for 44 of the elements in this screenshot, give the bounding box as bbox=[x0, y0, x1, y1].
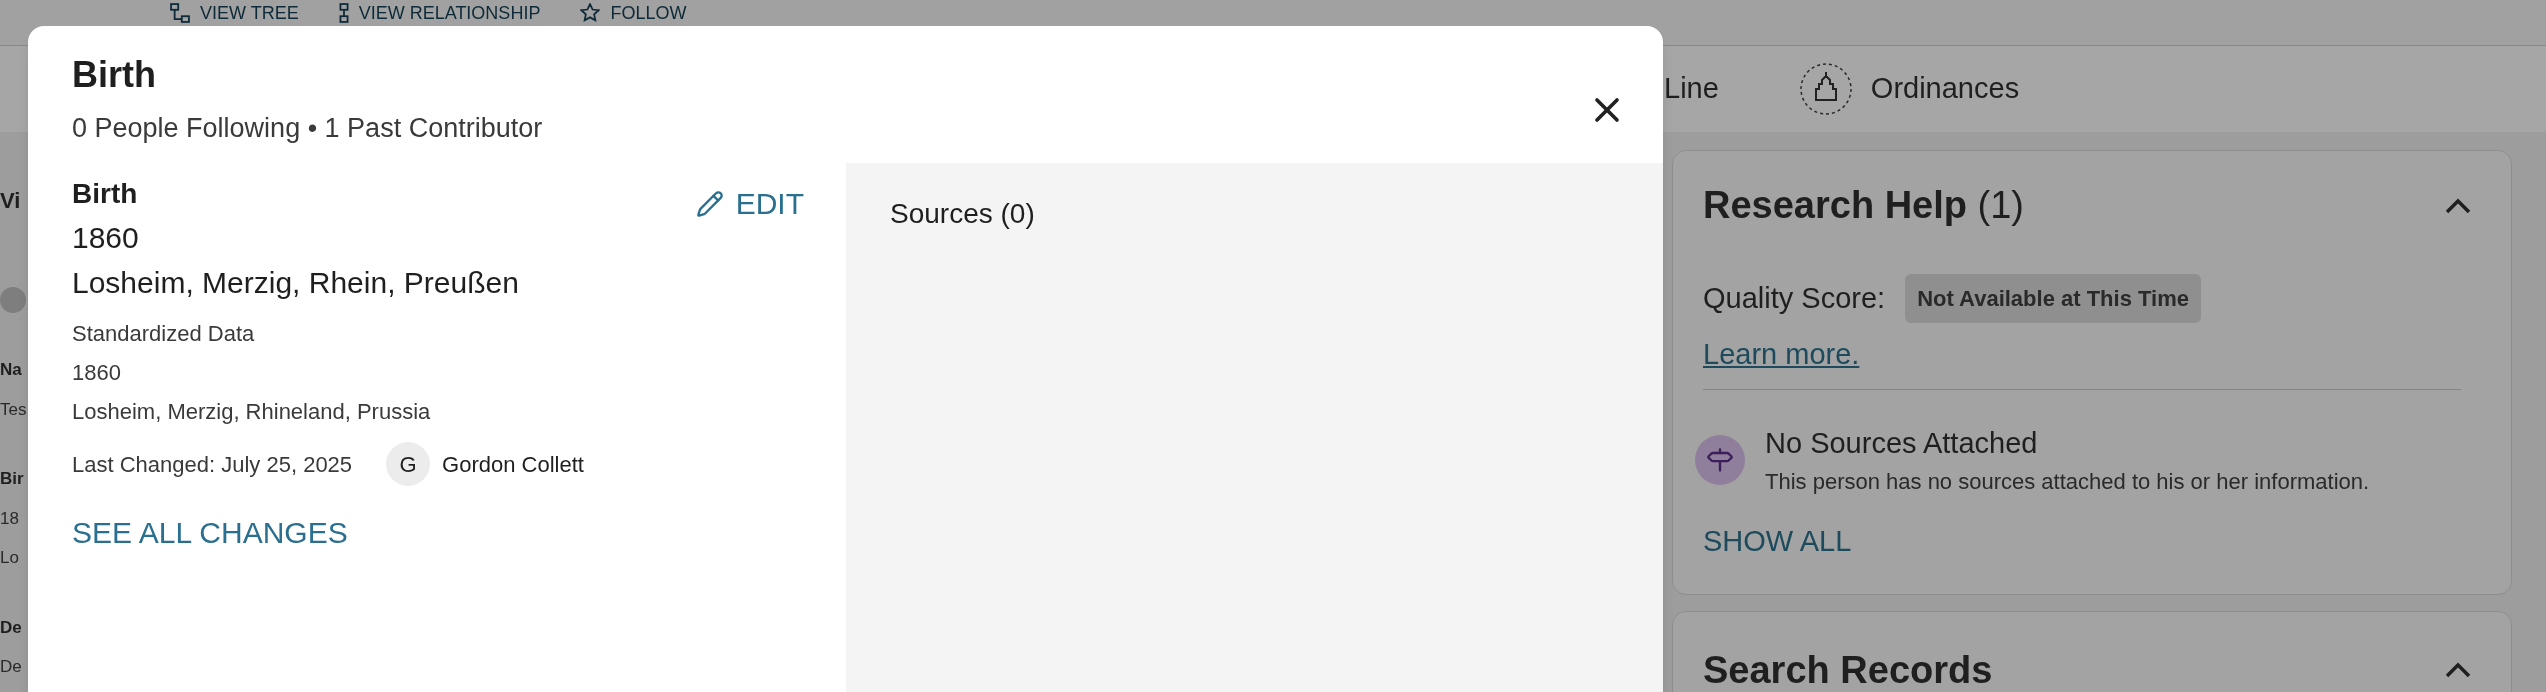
toggle-switch[interactable] bbox=[0, 287, 26, 313]
field-value: 18 bbox=[0, 507, 19, 530]
section-heading: Vi bbox=[0, 187, 21, 215]
notice-title: No Sources Attached bbox=[1765, 425, 2039, 461]
event-date: 1860 bbox=[72, 220, 140, 256]
field-value: Lo bbox=[0, 547, 19, 569]
action-link[interactable]: VIEW TREE bbox=[200, 2, 299, 23]
collapse-chevron-icon[interactable] bbox=[2445, 662, 2471, 678]
notice-text: This person has no sources attached to his or her information. bbox=[1765, 468, 2370, 496]
collapse-chevron-icon[interactable] bbox=[2445, 197, 2471, 214]
field-value: De bbox=[0, 656, 22, 678]
tab[interactable]: Line bbox=[1664, 67, 1719, 111]
edit-button[interactable]: EDIT bbox=[695, 181, 804, 226]
sources-heading: Sources (0) bbox=[890, 198, 1035, 229]
card-title: Search Records bbox=[1703, 647, 1993, 692]
standardized-heading: Standardized Data bbox=[72, 320, 256, 348]
last-changed-text: Last Changed: July 25, 2025 bbox=[72, 450, 353, 479]
quality-score-label: Quality Score: bbox=[1703, 280, 1886, 316]
contributor-avatar: G bbox=[386, 442, 431, 486]
field-label: Bir bbox=[0, 468, 24, 490]
action-link[interactable]: VIEW RELATIONSHIP bbox=[358, 2, 541, 23]
event-place: Losheim, Merzig, Rhein, Preußen bbox=[72, 265, 519, 301]
tab[interactable]: Ordinances bbox=[1870, 67, 2020, 111]
quality-score-chip: Not Available at This Time bbox=[1905, 274, 2201, 323]
star-icon bbox=[580, 3, 601, 22]
field-value: Tes bbox=[0, 398, 27, 421]
learn-more-link[interactable]: Learn more. bbox=[1703, 333, 1860, 377]
pencil-icon bbox=[695, 189, 724, 218]
field-label: De bbox=[0, 616, 22, 639]
temple-icon bbox=[1798, 62, 1853, 116]
event-label: Birth bbox=[72, 177, 139, 211]
dialog-subtitle: 0 People Following • 1 Past Contributor bbox=[72, 112, 543, 145]
standardized-date: 1860 bbox=[72, 359, 122, 387]
field-label: Na bbox=[0, 359, 22, 381]
show-all-button[interactable]: SHOW ALL bbox=[1703, 520, 1852, 564]
standardized-place: Losheim, Merzig, Rhineland, Prussia bbox=[72, 398, 432, 426]
relationship-icon bbox=[338, 2, 349, 23]
action-link[interactable]: FOLLOW bbox=[610, 2, 687, 23]
dialog-title: Birth bbox=[72, 53, 157, 97]
tree-icon bbox=[170, 2, 190, 23]
see-all-changes-link[interactable]: SEE ALL CHANGES bbox=[72, 510, 348, 555]
signpost-icon bbox=[1695, 434, 1745, 485]
card-title: Research Help (1) bbox=[1703, 183, 2025, 228]
contributor-name[interactable]: Gordon Collett bbox=[442, 447, 584, 481]
